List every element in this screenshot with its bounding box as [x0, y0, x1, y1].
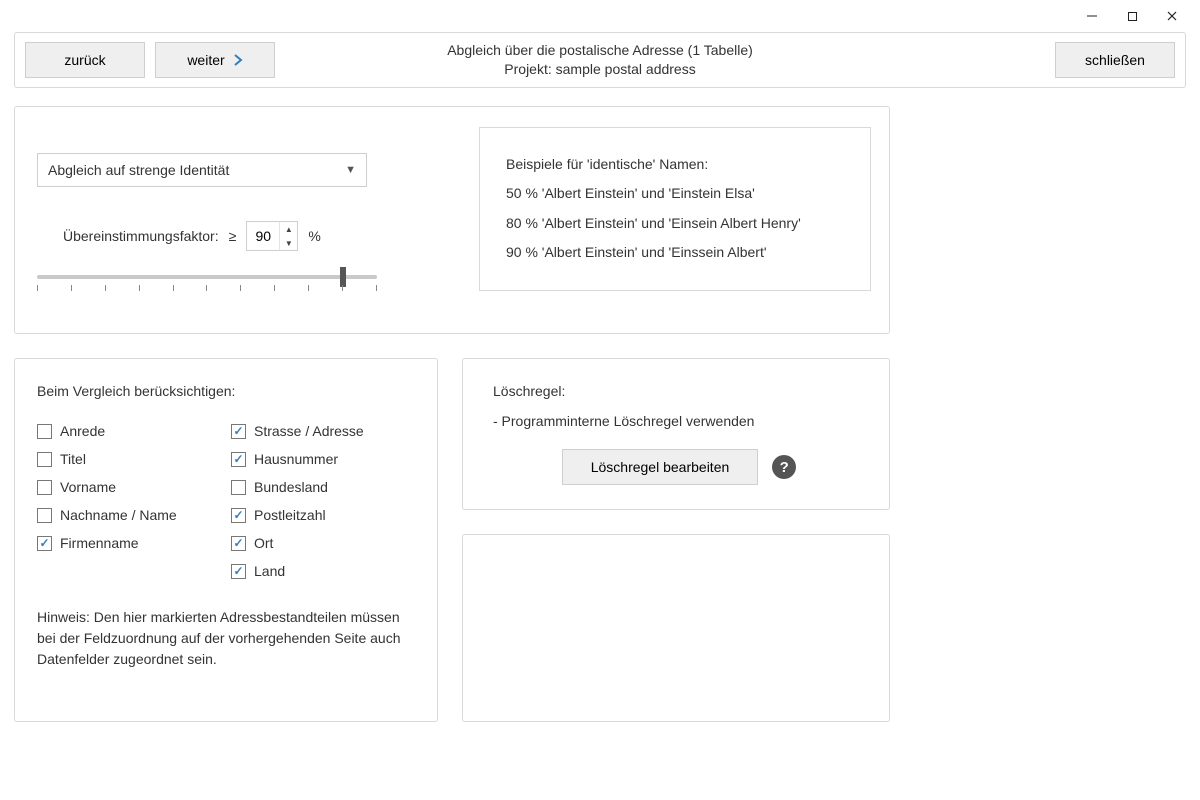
delete-rule-panel: Löschregel: - Programminterne Löschregel… [462, 358, 890, 510]
delete-rule-text: - Programminterne Löschregel verwenden [493, 413, 865, 429]
checkbox-strasse[interactable] [231, 424, 246, 439]
check-item-land[interactable]: Land [231, 563, 415, 579]
slider-ticks [37, 285, 377, 291]
top-bar: zurück weiter Abgleich über die postalis… [14, 32, 1186, 88]
checkbox-anrede[interactable] [37, 424, 52, 439]
next-button[interactable]: weiter [155, 42, 275, 78]
delete-rule-label: Löschregel: [493, 383, 865, 399]
checkbox-label-plz: Postleitzahl [254, 507, 326, 523]
checkbox-label-hausnummer: Hausnummer [254, 451, 338, 467]
empty-panel [462, 534, 890, 722]
match-settings-panel: Abgleich auf strenge Identität ▼ Überein… [14, 106, 890, 334]
check-item-anrede[interactable]: Anrede [37, 423, 221, 439]
factor-stepper[interactable]: ▲ ▼ [246, 221, 298, 251]
checkbox-bundesland[interactable] [231, 480, 246, 495]
close-button[interactable]: schließen [1055, 42, 1175, 78]
window-minimize-button[interactable] [1072, 2, 1112, 30]
window-controls [0, 0, 1200, 32]
checkbox-nachname[interactable] [37, 508, 52, 523]
factor-slider[interactable] [37, 275, 377, 291]
checkbox-vorname[interactable] [37, 480, 52, 495]
factor-operator: ≥ [229, 228, 237, 244]
checkbox-label-anrede: Anrede [60, 423, 105, 439]
stepper-down-icon[interactable]: ▼ [280, 236, 297, 250]
check-item-strasse[interactable]: Strasse / Adresse [231, 423, 415, 439]
window-close-button[interactable] [1152, 2, 1192, 30]
checkbox-ort[interactable] [231, 536, 246, 551]
example-line: 50 % 'Albert Einstein' und 'Einstein Els… [506, 179, 844, 208]
check-item-ort[interactable]: Ort [231, 535, 415, 551]
checkbox-label-strasse: Strasse / Adresse [254, 423, 364, 439]
factor-input[interactable] [247, 222, 279, 250]
close-button-label: schließen [1085, 52, 1145, 68]
checkbox-titel[interactable] [37, 452, 52, 467]
check-item-hausnummer[interactable]: Hausnummer [231, 451, 415, 467]
checkbox-plz[interactable] [231, 508, 246, 523]
examples-heading: Beispiele für 'identische' Namen: [506, 150, 844, 179]
fields-panel: Beim Vergleich berücksichtigen: Anrede St… [14, 358, 438, 722]
checkbox-label-ort: Ort [254, 535, 273, 551]
next-button-label: weiter [187, 52, 224, 68]
check-item-bundesland[interactable]: Bundesland [231, 479, 415, 495]
edit-delete-rule-button[interactable]: Löschregel bearbeiten [562, 449, 759, 485]
match-mode-select[interactable]: Abgleich auf strenge Identität ▼ [37, 153, 367, 187]
check-item-titel[interactable]: Titel [37, 451, 221, 467]
example-line: 80 % 'Albert Einstein' und 'Einsein Albe… [506, 209, 844, 238]
checkbox-hausnummer[interactable] [231, 452, 246, 467]
checkbox-label-land: Land [254, 563, 285, 579]
back-button[interactable]: zurück [25, 42, 145, 78]
slider-thumb[interactable] [340, 267, 346, 287]
stepper-up-icon[interactable]: ▲ [280, 222, 297, 236]
help-icon[interactable]: ? [772, 455, 796, 479]
factor-unit: % [308, 228, 320, 244]
check-item-plz[interactable]: Postleitzahl [231, 507, 415, 523]
check-item-firmenname[interactable]: Firmenname [37, 535, 221, 551]
checkbox-label-titel: Titel [60, 451, 86, 467]
fields-hint: Hinweis: Den hier markierten Adressbesta… [37, 607, 415, 670]
examples-panel: Beispiele für 'identische' Namen: 50 % '… [479, 127, 871, 291]
fields-heading: Beim Vergleich berücksichtigen: [37, 383, 415, 399]
example-line: 90 % 'Albert Einstein' und 'Einssein Alb… [506, 238, 844, 267]
check-item-nachname[interactable]: Nachname / Name [37, 507, 221, 523]
check-item-vorname[interactable]: Vorname [37, 479, 221, 495]
window-maximize-button[interactable] [1112, 2, 1152, 30]
back-button-label: zurück [64, 52, 105, 68]
caret-down-icon: ▼ [345, 164, 356, 176]
factor-label: Übereinstimmungsfaktor: [63, 228, 219, 244]
checkbox-label-bundesland: Bundesland [254, 479, 328, 495]
match-mode-label: Abgleich auf strenge Identität [48, 162, 229, 178]
chevron-right-icon [233, 54, 243, 66]
checkbox-firmenname[interactable] [37, 536, 52, 551]
edit-delete-rule-label: Löschregel bearbeiten [591, 459, 730, 475]
checkbox-label-firmenname: Firmenname [60, 535, 139, 551]
checkbox-land[interactable] [231, 564, 246, 579]
checkbox-label-vorname: Vorname [60, 479, 116, 495]
checkbox-label-nachname: Nachname / Name [60, 507, 177, 523]
